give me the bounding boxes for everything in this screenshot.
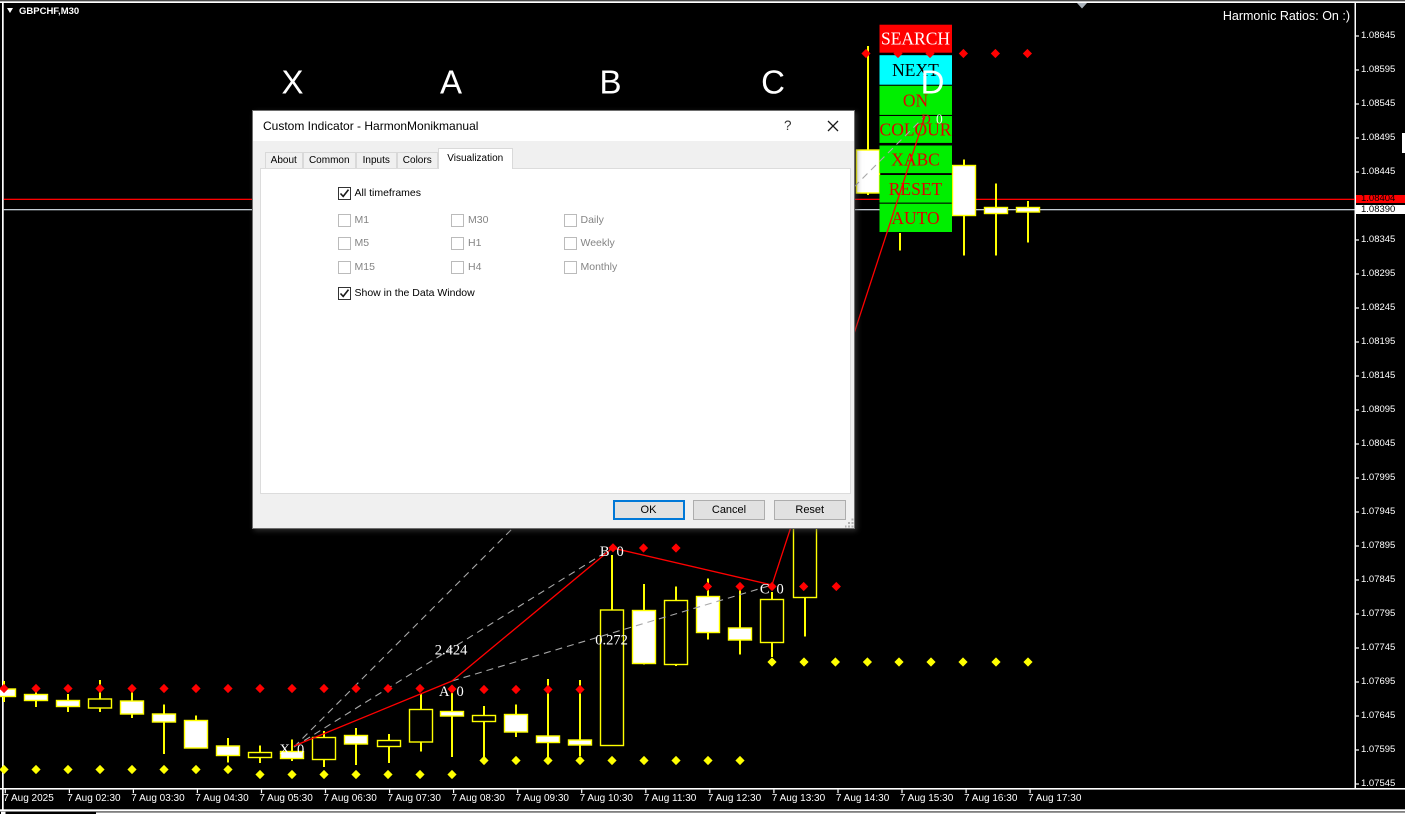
svg-text:SEARCH: SEARCH bbox=[881, 29, 950, 49]
svg-text:0: 0 bbox=[457, 684, 464, 700]
svg-text:2.424: 2.424 bbox=[435, 643, 468, 659]
svg-text:A: A bbox=[440, 64, 462, 101]
svg-text:RESET: RESET bbox=[889, 179, 943, 199]
svg-text:D: D bbox=[921, 112, 931, 127]
svg-text:C: C bbox=[760, 582, 770, 598]
svg-text:B: B bbox=[600, 544, 610, 560]
svg-text:D: D bbox=[921, 64, 945, 101]
svg-text:0: 0 bbox=[297, 742, 304, 758]
svg-text:B: B bbox=[599, 64, 621, 101]
svg-text:0: 0 bbox=[617, 544, 624, 560]
svg-text:C: C bbox=[761, 64, 785, 101]
svg-text:A: A bbox=[439, 684, 450, 700]
svg-text:0: 0 bbox=[777, 582, 784, 598]
svg-text:X: X bbox=[280, 742, 291, 758]
svg-text:X: X bbox=[281, 64, 303, 101]
svg-text:0.272: 0.272 bbox=[595, 633, 628, 649]
svg-text:XABC: XABC bbox=[891, 149, 940, 169]
svg-text:0: 0 bbox=[936, 112, 943, 127]
svg-text:AUTO: AUTO bbox=[891, 208, 939, 228]
